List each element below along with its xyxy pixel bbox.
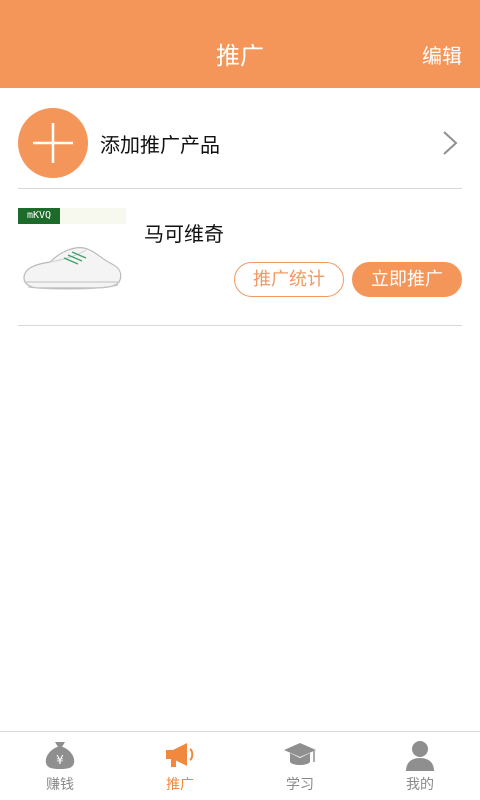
tab-promote[interactable]: 推广 bbox=[120, 732, 240, 800]
add-product-label: 添加推广产品 bbox=[100, 132, 220, 157]
top-bar: 推广 编辑 bbox=[0, 0, 480, 88]
tab-mine[interactable]: 我的 bbox=[360, 732, 480, 800]
tab-label: 我的 bbox=[406, 777, 434, 793]
chevron-right-icon bbox=[443, 131, 458, 155]
megaphone-icon bbox=[166, 743, 194, 767]
plus-icon bbox=[18, 108, 88, 178]
product-card: mKVQ 马可维奇 推广统计 立即推广 bbox=[18, 205, 462, 305]
add-product-row[interactable]: 添加推广产品 bbox=[18, 108, 462, 178]
tab-learn[interactable]: 学习 bbox=[240, 732, 360, 800]
divider bbox=[18, 188, 462, 189]
bottom-tab-bar: ¥ 赚钱 推广 学习 我的 bbox=[0, 731, 480, 800]
svg-text:¥: ¥ bbox=[56, 753, 64, 767]
graduation-cap-icon bbox=[284, 743, 316, 765]
promotion-stats-button[interactable]: 推广统计 bbox=[234, 262, 344, 297]
product-name: 马可维奇 bbox=[144, 222, 224, 246]
brand-logo: mKVQ bbox=[18, 208, 60, 224]
tab-label: 推广 bbox=[166, 777, 194, 793]
shoe-image bbox=[23, 247, 122, 290]
edit-button[interactable]: 编辑 bbox=[422, 0, 462, 88]
money-bag-icon: ¥ bbox=[45, 742, 75, 769]
tab-label: 学习 bbox=[286, 777, 314, 793]
promote-now-button[interactable]: 立即推广 bbox=[352, 262, 462, 297]
divider bbox=[18, 325, 462, 326]
user-icon bbox=[406, 741, 434, 771]
tab-label: 赚钱 bbox=[46, 777, 74, 793]
product-image[interactable]: mKVQ bbox=[18, 208, 126, 296]
page-title: 推广 bbox=[216, 42, 264, 70]
tab-earn[interactable]: ¥ 赚钱 bbox=[0, 732, 120, 800]
